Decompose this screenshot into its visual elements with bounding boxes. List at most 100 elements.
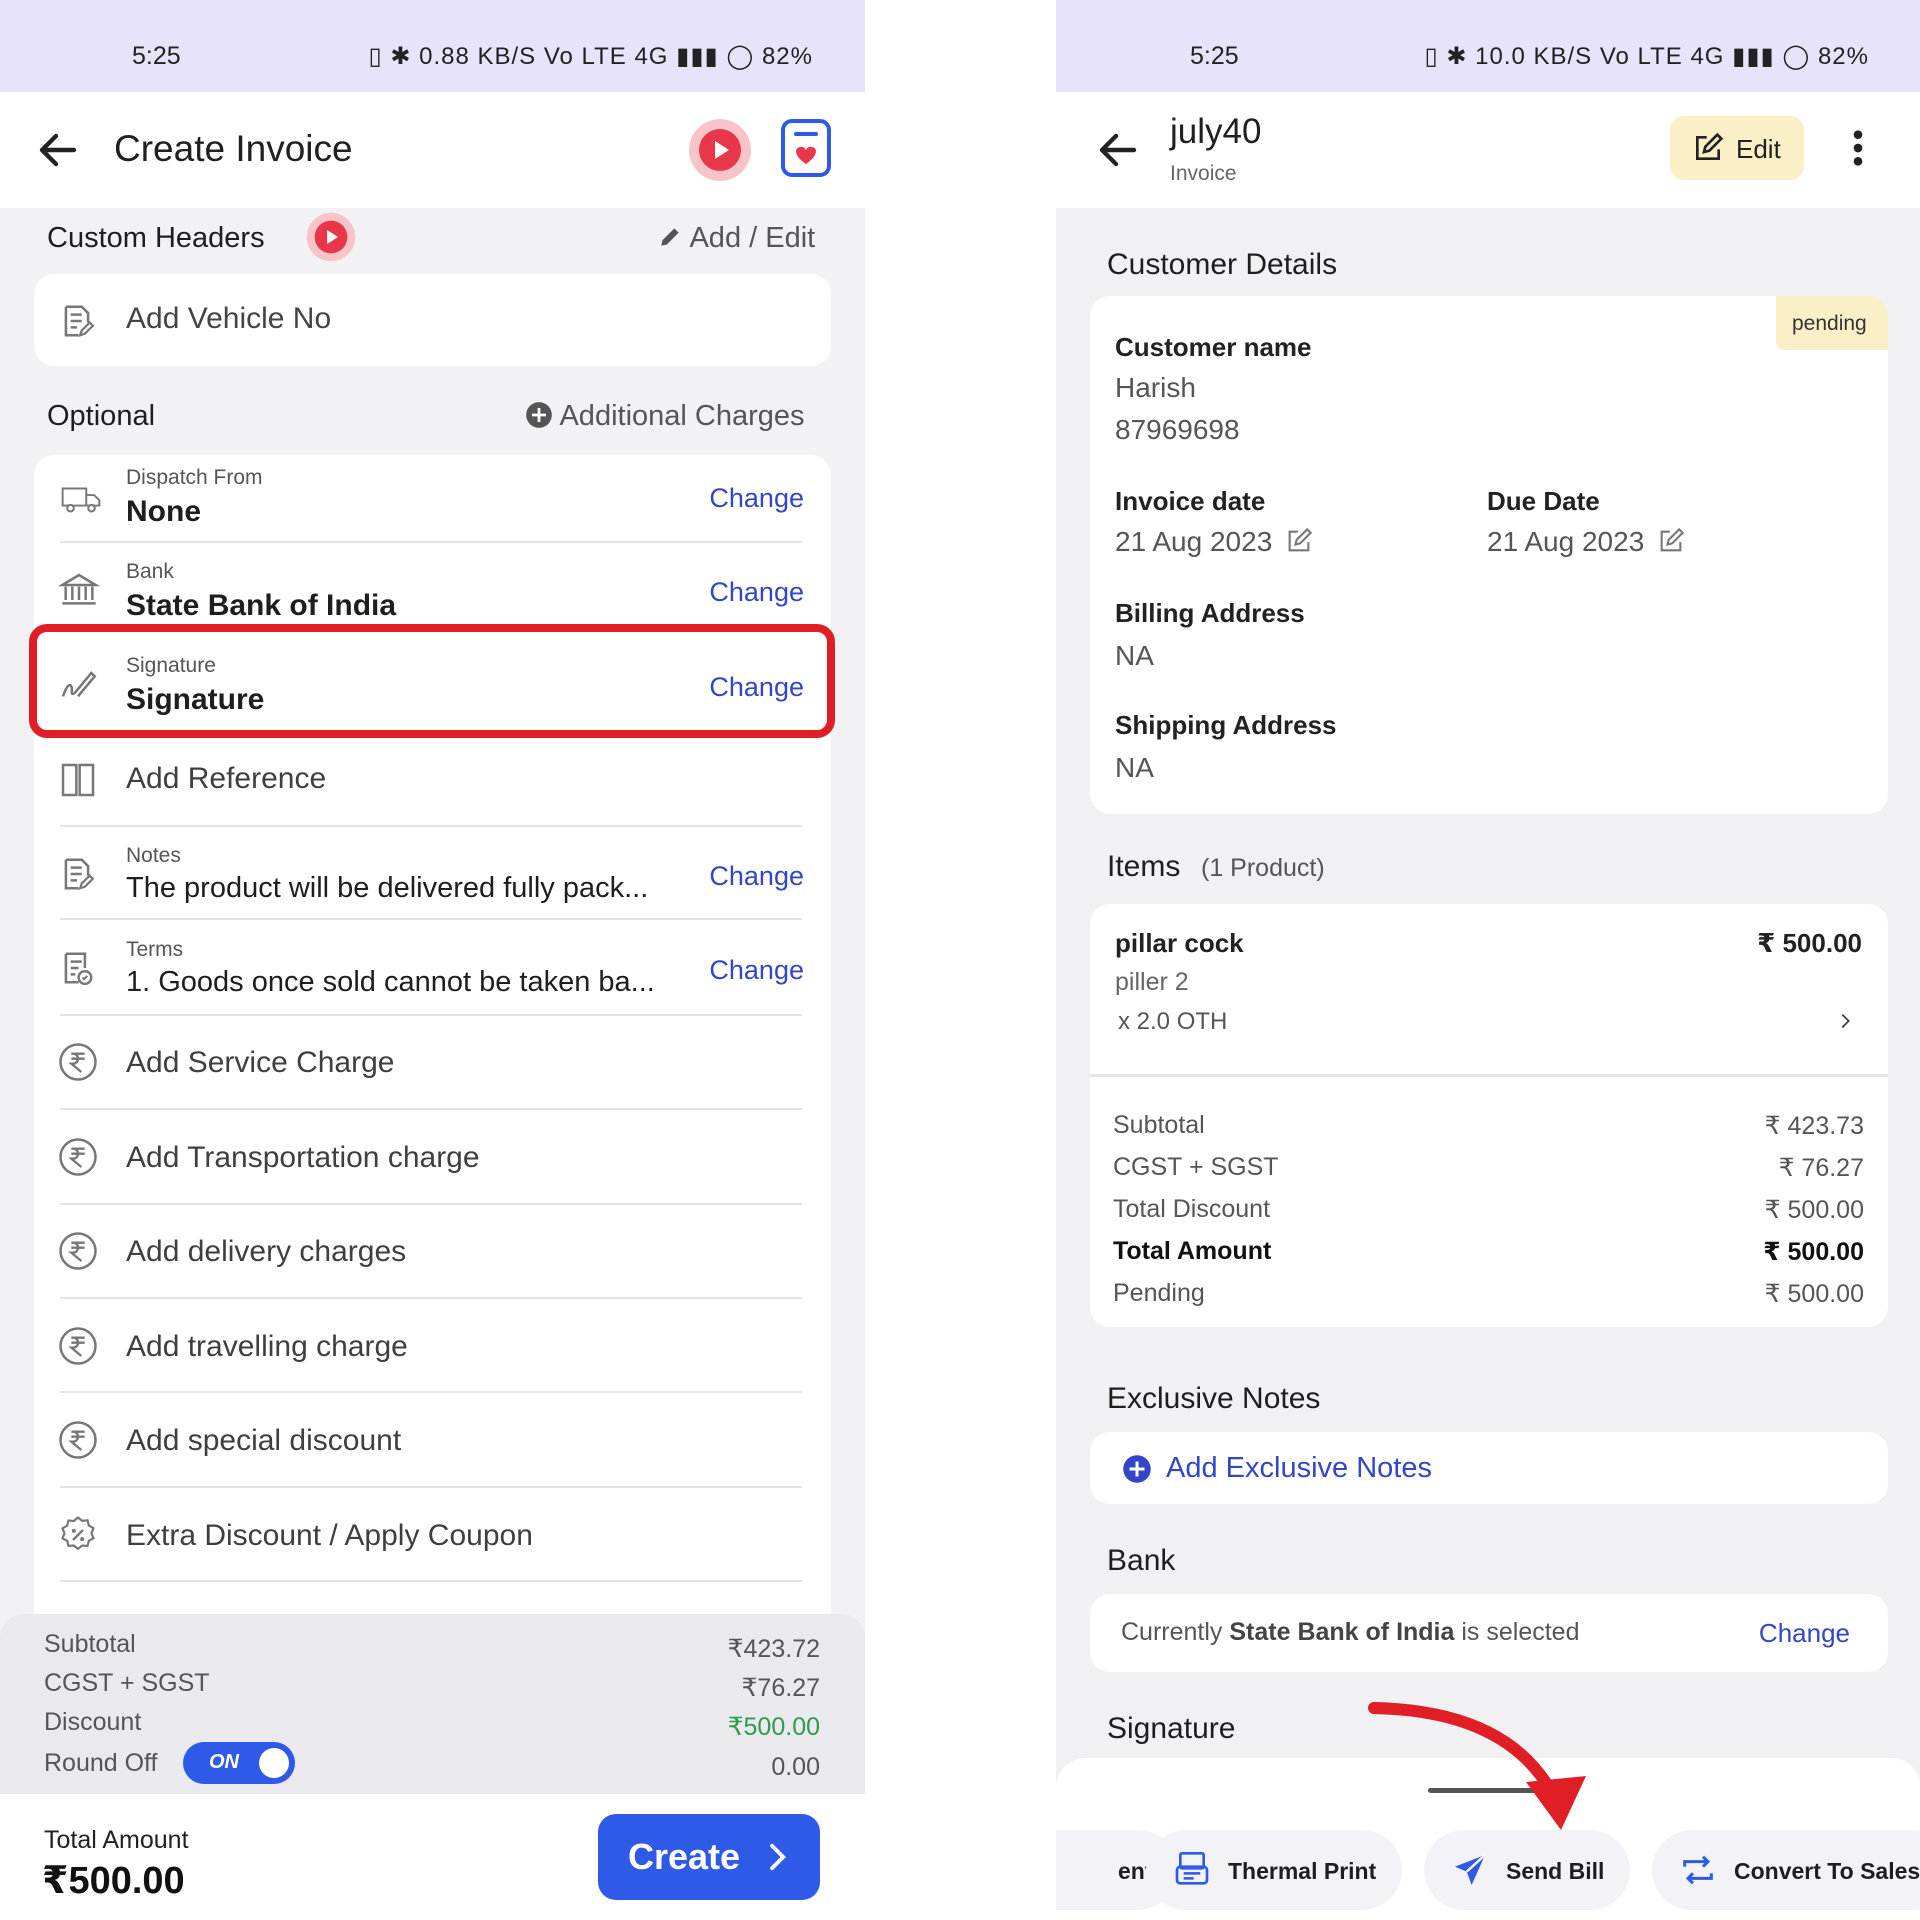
dispatch-label: Dispatch From <box>126 466 263 489</box>
customer-name-label: Customer name <box>1115 332 1312 362</box>
app-bar: july40 Invoice Edit <box>1056 92 1920 208</box>
vehicle-no-placeholder: Add Vehicle No <box>126 302 332 335</box>
send-bill-button[interactable]: Send Bill <box>1424 1830 1630 1910</box>
add-reference-label: Add Reference <box>126 762 327 795</box>
discount-label: Discount <box>44 1708 142 1736</box>
summary-panel: Subtotal ₹423.72 CGST + SGST ₹76.27 Disc… <box>0 1614 865 1794</box>
add-edit-label: Add / Edit <box>689 222 816 254</box>
create-button[interactable]: Create <box>598 1814 820 1900</box>
add-exclusive-notes-button[interactable]: Add Exclusive Notes <box>1090 1432 1888 1504</box>
due-date-label: Due Date <box>1487 486 1600 516</box>
divider <box>60 1297 802 1299</box>
page-title: Create Invoice <box>114 128 353 169</box>
coupon-percent-icon <box>61 1516 95 1551</box>
divider <box>60 1486 802 1488</box>
billing-address-label: Billing Address <box>1115 598 1305 628</box>
item-row[interactable]: pillar cock ₹ 500.00 piller 2 x 2.0 OTH <box>1090 904 1888 1074</box>
more-vert-icon[interactable] <box>1850 128 1866 168</box>
edit-icon <box>1696 132 1724 160</box>
pending-badge-label: pending <box>1792 312 1867 335</box>
invoice-date-field[interactable]: 21 Aug 2023 <box>1115 526 1313 558</box>
status-icons: ▯ ✱ 0.88 KB/S Vo LTE 4G ▮▮▮ ◯ 82% <box>368 43 813 70</box>
status-bar: 5:25 ▯ ✱ 10.0 KB/S Vo LTE 4G ▮▮▮ ◯ 82% <box>1056 0 1920 92</box>
item-quantity: x 2.0 OTH <box>1118 1008 1228 1035</box>
convert-to-sales-button[interactable]: Convert To Sales <box>1652 1830 1920 1910</box>
items-heading: Items <box>1107 850 1181 883</box>
total-amount-value: ₹500.00 <box>42 1860 185 1902</box>
terms-change-link[interactable]: Change <box>709 955 804 986</box>
due-date-field[interactable]: 21 Aug 2023 <box>1487 526 1685 558</box>
tax-value: ₹76.27 <box>741 1674 820 1702</box>
status-time: 5:25 <box>1190 42 1239 70</box>
items-count: (1 Product) <box>1201 854 1325 882</box>
bank-value: State Bank of India <box>126 589 397 622</box>
signature-change-link[interactable]: Change <box>709 672 804 703</box>
tax-value: ₹ 76.27 <box>1778 1154 1864 1182</box>
thermal-print-button[interactable]: Thermal Print <box>1146 1830 1402 1910</box>
pending-badge: pending <box>1776 296 1888 350</box>
tax-label: CGST + SGST <box>44 1669 210 1697</box>
convert-icon <box>1683 1855 1713 1885</box>
customer-phone: 87969698 <box>1115 414 1240 445</box>
round-off-value: 0.00 <box>771 1753 820 1781</box>
divider <box>60 1391 802 1393</box>
edit-button[interactable]: Edit <box>1670 116 1804 180</box>
invoice-summary-card: Subtotal ₹ 423.73 CGST + SGST ₹ 76.27 To… <box>1090 1077 1888 1327</box>
add-transportation-charge-label: Add Transportation charge <box>126 1141 480 1174</box>
exclusive-notes-heading: Exclusive Notes <box>1107 1382 1321 1415</box>
terms-icon <box>64 952 93 986</box>
toggle-knob <box>259 1748 289 1778</box>
custom-headers-video-icon[interactable] <box>306 212 356 262</box>
invoice-date-label: Invoice date <box>1115 486 1266 516</box>
shipping-address: NA <box>1115 752 1154 783</box>
shipping-address-label: Shipping Address <box>1115 710 1337 740</box>
status-icons: ▯ ✱ 10.0 KB/S Vo LTE 4G ▮▮▮ ◯ 82% <box>1424 43 1869 70</box>
terms-value: 1. Goods once sold cannot be taken ba... <box>126 966 655 998</box>
additional-charges-button[interactable]: Additional Charges <box>525 400 805 433</box>
add-edit-headers-button[interactable]: Add / Edit <box>657 222 815 255</box>
dispatch-change-link[interactable]: Change <box>709 483 804 514</box>
rupee-circle-icon <box>59 1421 97 1459</box>
send-icon <box>1455 1854 1486 1885</box>
add-delivery-charges-label: Add delivery charges <box>126 1235 407 1268</box>
round-off-label: Round Off <box>44 1749 158 1777</box>
bank-label: Bank <box>126 560 174 583</box>
notes-label: Notes <box>126 844 181 867</box>
bank-change-link[interactable]: Change <box>709 577 804 608</box>
bank-change-link[interactable]: Change <box>1759 1618 1850 1649</box>
invoice-subtitle: Invoice <box>1170 162 1237 185</box>
notes-icon <box>64 858 95 891</box>
chevron-right-icon <box>770 1843 786 1871</box>
customer-details-card: pending Customer name Harish 87969698 In… <box>1090 296 1888 814</box>
item-description: piller 2 <box>1115 968 1189 996</box>
optional-label: Optional <box>47 400 156 432</box>
due-date-value: 21 Aug 2023 <box>1487 526 1645 557</box>
video-tutorial-icon[interactable] <box>688 118 752 182</box>
additional-charges-label: Additional Charges <box>559 400 805 432</box>
divider <box>60 541 802 543</box>
bank-prefix: Currently <box>1121 1618 1223 1646</box>
invoice-preview-icon[interactable] <box>780 118 832 178</box>
pending-label: Pending <box>1113 1279 1205 1307</box>
signature-heading: Signature <box>1107 1712 1236 1745</box>
back-arrow-icon[interactable] <box>1094 126 1142 174</box>
notes-change-link[interactable]: Change <box>709 861 804 892</box>
edit-date-icon <box>1288 527 1312 552</box>
round-off-toggle[interactable]: ON <box>183 1742 295 1784</box>
bank-icon <box>58 573 100 605</box>
vehicle-no-field[interactable]: Add Vehicle No <box>34 274 831 366</box>
customer-details-heading: Customer Details <box>1107 248 1338 281</box>
signature-value: Signature <box>126 683 265 716</box>
divider <box>60 1014 802 1016</box>
signature-label: Signature <box>126 654 216 677</box>
bank-card: Currently State Bank of India is selecte… <box>1090 1594 1888 1672</box>
app-bar: Create Invoice <box>0 92 865 208</box>
create-invoice-screen: 5:25 ▯ ✱ 0.88 KB/S Vo LTE 4G ▮▮▮ ◯ 82% C… <box>0 0 865 1920</box>
billing-address: NA <box>1115 640 1154 671</box>
plus-circle-icon <box>526 402 552 428</box>
rupee-circle-icon <box>59 1327 97 1365</box>
item-name: pillar cock <box>1115 928 1244 958</box>
back-arrow-icon[interactable] <box>34 126 82 174</box>
send-bill-label: Send Bill <box>1506 1858 1605 1884</box>
tax-label: CGST + SGST <box>1113 1153 1279 1181</box>
